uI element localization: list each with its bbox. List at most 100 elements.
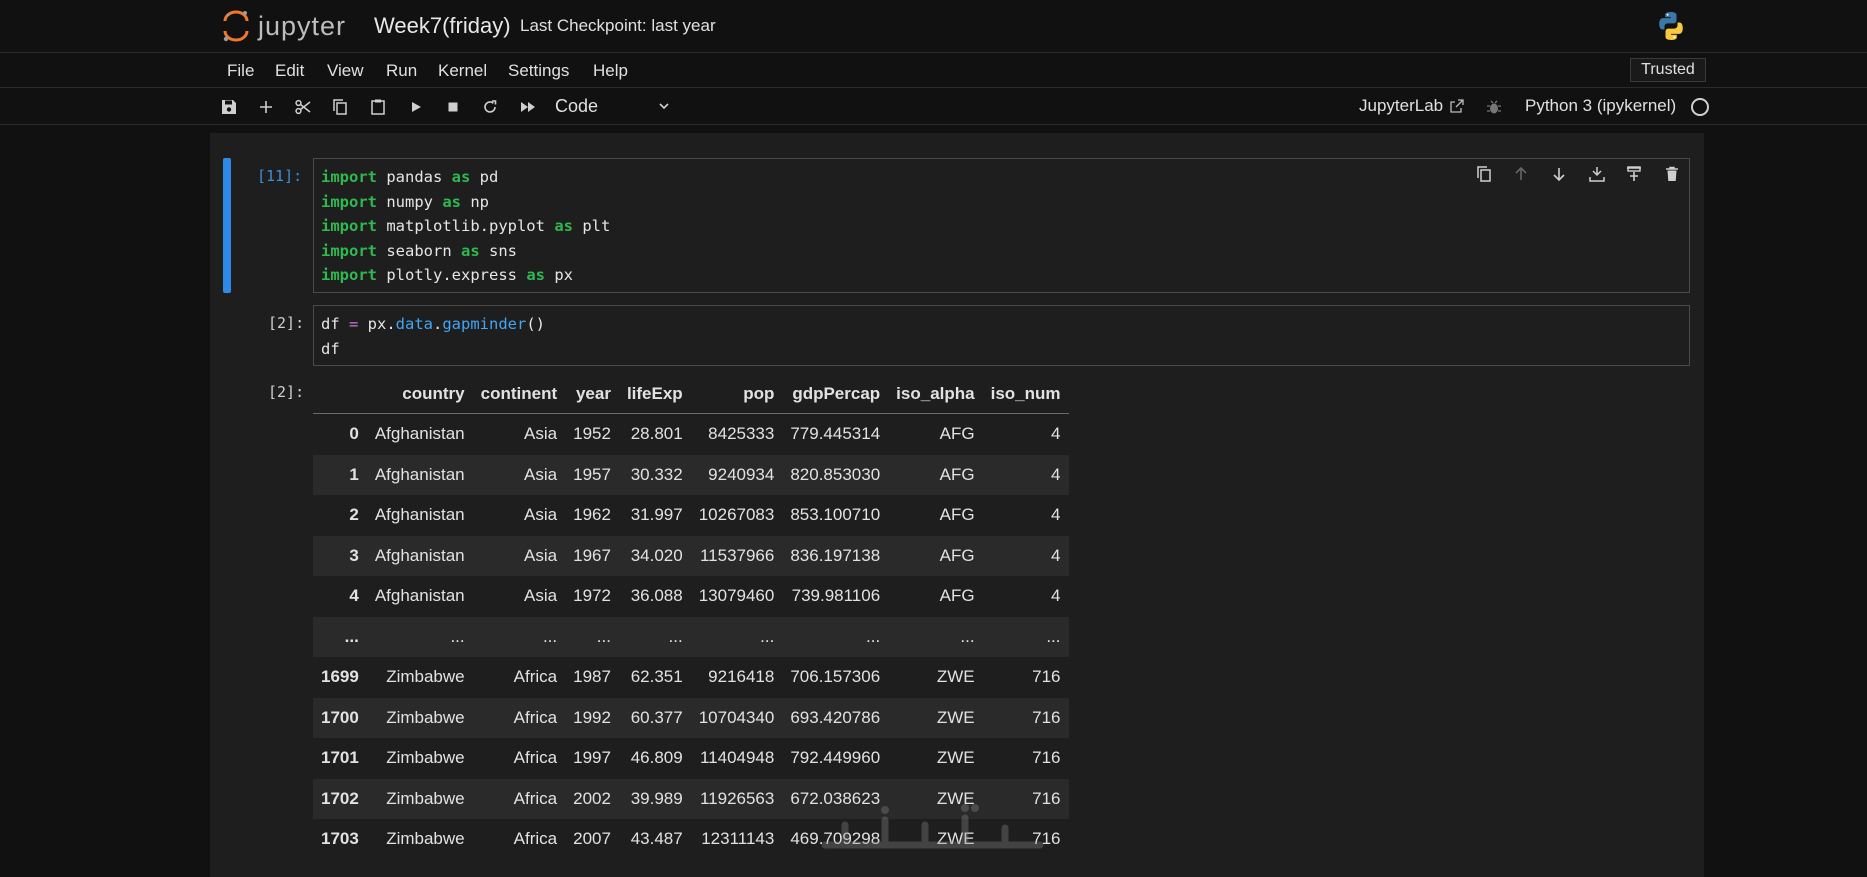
table-cell: ...	[1046, 626, 1061, 646]
table-cell: 13079460	[698, 586, 775, 606]
jupyter-logo[interactable]: jupyter	[222, 8, 346, 44]
table-cell: AFG	[939, 464, 975, 484]
cut-button[interactable]	[292, 96, 314, 118]
output-prompt: [2]:	[268, 383, 305, 401]
kernel-name[interactable]: Python 3 (ipykernel)	[1525, 96, 1676, 116]
row-index: 1702	[321, 788, 359, 808]
table-cell: Asia	[524, 505, 558, 525]
active-cell-indicator	[223, 158, 231, 293]
notebook-toolbar: Code JupyterLab Python 3 (ipykernel)	[0, 88, 1867, 125]
menu-help[interactable]: Help	[593, 61, 628, 81]
code-cell-gapminder[interactable]: df = px.data.gapminder() df	[313, 305, 1690, 366]
external-link-icon	[1450, 99, 1464, 113]
restart-run-all-button[interactable]	[517, 96, 539, 118]
duplicate-icon	[1477, 166, 1491, 182]
menu-settings[interactable]: Settings	[508, 61, 569, 81]
menu-file[interactable]: File	[227, 61, 254, 81]
insert-above-button[interactable]	[1625, 165, 1645, 185]
table-body: 0 Afghanistan Asia 1952 28.801 8425333 779.445…	[313, 413, 1069, 860]
menu-kernel[interactable]: Kernel	[438, 61, 487, 81]
table-cell: Zimbabwe	[386, 707, 465, 727]
table-cell: 820.853030	[790, 464, 881, 484]
jupyterlab-link[interactable]: JupyterLab	[1359, 96, 1465, 116]
table-cell: 853.100710	[790, 505, 881, 525]
table-cell: 34.020	[630, 545, 683, 565]
menu-view[interactable]: View	[327, 61, 364, 81]
cell-prompt: [11]:	[257, 167, 303, 185]
insert-below-icon	[1589, 167, 1605, 182]
table-cell: 739.981106	[791, 586, 881, 606]
restart-button[interactable]	[479, 96, 501, 118]
table-cell: 4	[1051, 545, 1061, 565]
column-header: lifeExp	[618, 375, 691, 414]
move-down-button[interactable]	[1550, 165, 1570, 185]
table-cell: 4	[1051, 505, 1061, 525]
duplicate-cell-button[interactable]	[1475, 165, 1495, 185]
arrow-down-icon	[1553, 168, 1565, 182]
insert-cell-button[interactable]	[255, 96, 277, 118]
table-cell: Africa	[513, 829, 558, 849]
table-cell: ...	[866, 626, 881, 646]
paste-button[interactable]	[367, 96, 389, 118]
save-button[interactable]	[218, 96, 240, 118]
logo-text: jupyter	[258, 10, 347, 41]
column-header: gdpPercap	[782, 375, 889, 414]
table-cell: ...	[596, 626, 611, 646]
jupyterlab-link-label: JupyterLab	[1359, 96, 1444, 115]
table-cell: 716	[1032, 667, 1061, 687]
row-index: 0	[349, 424, 359, 444]
dataframe-table: country continent year lifeExp pop gdpPe…	[313, 375, 1069, 860]
table-cell: AFG	[939, 545, 975, 565]
table-cell: 36.088	[630, 586, 683, 606]
cell-type-dropdown[interactable]: Code	[555, 94, 671, 118]
table-row: 2 Afghanistan Asia 1962 31.997 10267083 853.10…	[313, 495, 1069, 536]
table-cell: 1992	[573, 707, 611, 727]
table-cell: ZWE	[936, 667, 975, 687]
notebook-title[interactable]: Week7(friday)	[374, 13, 511, 39]
table-cell: 1972	[573, 586, 611, 606]
table-cell: 10704340	[698, 707, 775, 727]
table-cell: ZWE	[936, 707, 975, 727]
column-header: continent	[472, 375, 566, 414]
copy-button[interactable]	[329, 96, 351, 118]
table-row: 4 Afghanistan Asia 1972 36.088 13079460 739.98…	[313, 576, 1069, 617]
row-index: 2	[349, 505, 359, 525]
table-cell: Afghanistan	[374, 424, 465, 444]
refresh-icon	[484, 100, 497, 113]
debugger-bug-icon[interactable]	[1485, 98, 1503, 116]
column-header	[313, 375, 367, 414]
menu-bar: File Edit View Run Kernel Settings Help …	[0, 53, 1867, 88]
table-cell: Afghanistan	[374, 545, 465, 565]
menu-edit[interactable]: Edit	[275, 61, 304, 81]
menu-run[interactable]: Run	[386, 61, 417, 81]
column-header: iso_alpha	[888, 375, 983, 414]
table-cell: Afghanistan	[374, 464, 465, 484]
row-index: 3	[349, 545, 359, 565]
move-up-button[interactable]	[1512, 165, 1532, 185]
table-row: 0 Afghanistan Asia 1952 28.801 8425333 779.445…	[313, 413, 1069, 455]
table-cell: 716	[1032, 707, 1061, 727]
table-cell: ...	[668, 626, 683, 646]
plus-icon	[260, 101, 272, 113]
table-cell: Asia	[524, 464, 558, 484]
row-index: 1703	[321, 829, 359, 849]
table-cell: 1952	[573, 424, 611, 444]
interrupt-button[interactable]	[442, 96, 464, 118]
table-cell: 836.197138	[790, 545, 881, 565]
column-header: iso_num	[982, 375, 1069, 414]
cell-prompt: [2]:	[268, 314, 305, 332]
run-button[interactable]	[405, 96, 427, 118]
fast-forward-icon	[521, 102, 535, 112]
insert-below-button[interactable]	[1588, 165, 1608, 185]
insert-above-icon	[1627, 166, 1641, 181]
table-cell: 693.420786	[790, 707, 881, 727]
watermark-logo	[821, 804, 1044, 849]
trusted-badge[interactable]: Trusted	[1630, 58, 1706, 82]
delete-cell-button[interactable]	[1663, 165, 1683, 185]
table-cell: 62.351	[630, 667, 683, 687]
code-text: df = px.data.gapminder() df	[321, 315, 546, 358]
table-cell: 1987	[573, 667, 611, 687]
table-cell: Zimbabwe	[386, 667, 465, 687]
python-logo-icon	[1659, 12, 1683, 40]
table-row: 1699 Zimbabwe Africa 1987 62.351 9216418 706.1…	[313, 657, 1069, 698]
